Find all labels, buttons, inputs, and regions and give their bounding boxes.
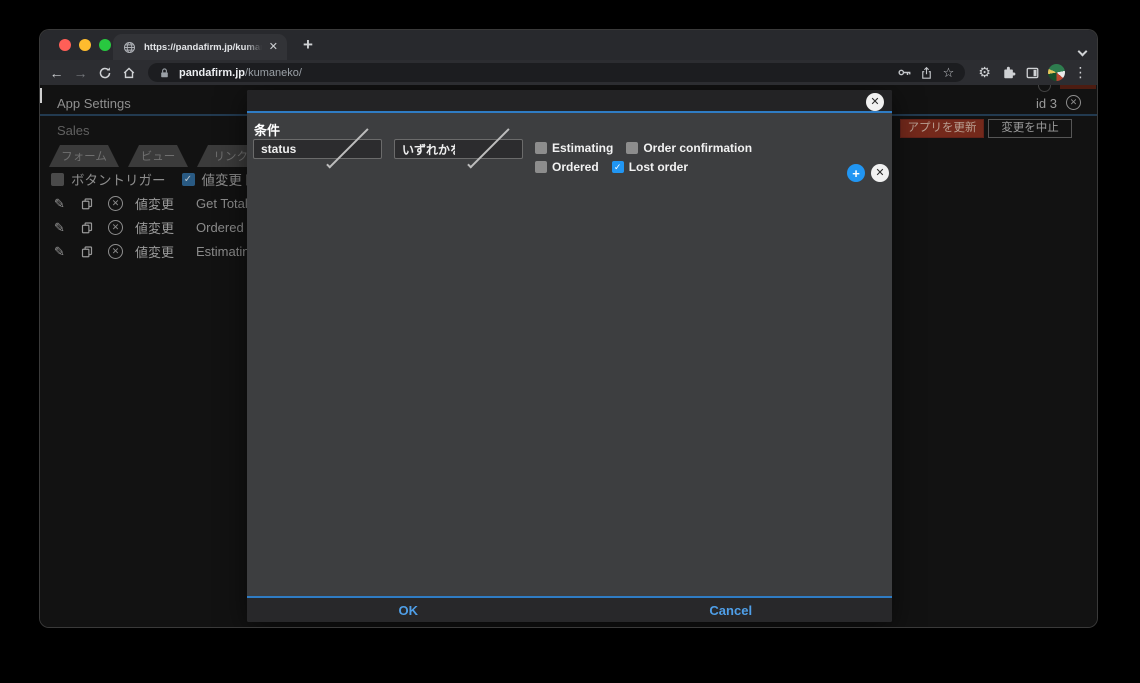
tab-strip: https://pandafirm.jp/kumaneko ✕ +	[40, 30, 1097, 60]
duplicate-icon[interactable]	[81, 221, 108, 234]
checkbox-icon[interactable]: ✓	[535, 142, 547, 154]
browser-tab[interactable]: https://pandafirm.jp/kumaneko ✕	[113, 34, 287, 60]
settings-gear-icon[interactable]: ⚙	[976, 64, 993, 81]
focus-tick	[40, 88, 42, 103]
record-close-icon[interactable]: ✕	[1066, 95, 1081, 110]
minimize-window-button[interactable]	[79, 39, 91, 51]
new-tab-button[interactable]: +	[296, 33, 320, 57]
tab-form[interactable]: フォーム	[49, 145, 119, 167]
edit-pencil-icon[interactable]: ✎	[54, 196, 81, 212]
back-icon[interactable]: ←	[48, 64, 65, 81]
checkbox-icon[interactable]: ✓	[51, 172, 64, 186]
password-key-icon[interactable]	[897, 65, 912, 80]
update-app-button[interactable]: アプリを更新	[900, 119, 984, 138]
condition-label: 条件	[254, 123, 281, 138]
clipped-icon-remnant	[1038, 85, 1051, 92]
page-title: App Settings	[57, 96, 131, 111]
checkbox-icon[interactable]: ✓	[611, 161, 624, 173]
browser-toolbar: ← → pandafirm.jp/kumaneko/ ☆ ⚙ ⋮	[40, 60, 1097, 85]
chevron-down-icon	[466, 126, 509, 169]
edit-pencil-icon[interactable]: ✎	[54, 220, 81, 236]
value-options: ✓ Estimating ✓ Order confirmation ✓ Orde…	[535, 141, 820, 174]
bookmark-star-icon[interactable]: ☆	[941, 65, 956, 80]
checkbox-icon[interactable]: ✓	[181, 172, 195, 186]
record-id-label: id 3	[1036, 96, 1057, 111]
home-icon[interactable]	[120, 64, 137, 81]
forward-icon[interactable]: →	[72, 64, 89, 81]
globe-favicon-icon	[122, 40, 137, 55]
cancel-button[interactable]: Cancel	[570, 598, 893, 622]
address-bar[interactable]: pandafirm.jp/kumaneko/ ☆	[148, 63, 965, 82]
option-estimating[interactable]: ✓ Estimating	[535, 141, 613, 155]
side-panel-icon[interactable]	[1024, 64, 1041, 81]
add-condition-icon[interactable]: +	[847, 164, 865, 182]
button-trigger-checkbox[interactable]: ✓ ボタントリガー	[51, 169, 166, 189]
dialog-footer: OK Cancel	[247, 596, 892, 622]
duplicate-icon[interactable]	[81, 197, 108, 210]
option-lost-order[interactable]: ✓ Lost order	[611, 160, 688, 174]
lock-icon[interactable]	[157, 65, 172, 80]
url-domain: pandafirm.jp	[179, 66, 246, 79]
duplicate-icon[interactable]	[81, 245, 108, 258]
reload-icon[interactable]	[96, 64, 113, 81]
browser-window: https://pandafirm.jp/kumaneko ✕ + ← → pa…	[40, 30, 1097, 627]
chevron-down-icon	[325, 126, 368, 169]
condition-dialog: ✕ 条件 status いずれかを含む ✓ Estimating	[247, 90, 892, 622]
app-name-label: Sales	[57, 123, 90, 138]
checkbox-icon[interactable]: ✓	[626, 142, 639, 154]
dialog-body: 条件 status いずれかを含む ✓ Estimating ✓	[247, 113, 892, 594]
tab-close-icon[interactable]: ✕	[269, 41, 278, 53]
close-window-button[interactable]	[59, 39, 71, 51]
delete-x-icon[interactable]: ✕	[108, 196, 135, 211]
trigger-row: ✎ ✕ 値変更 Estimating	[54, 243, 257, 261]
delete-x-icon[interactable]: ✕	[108, 244, 135, 259]
option-order-confirmation[interactable]: ✓ Order confirmation	[626, 141, 752, 155]
checkbox-icon[interactable]: ✓	[535, 161, 547, 173]
traffic-lights	[59, 39, 111, 51]
tab-view[interactable]: ビュー	[128, 145, 188, 167]
edit-pencil-icon[interactable]: ✎	[54, 244, 81, 260]
dialog-close-icon[interactable]: ✕	[866, 93, 884, 111]
menu-dots-icon[interactable]: ⋮	[1072, 64, 1089, 81]
trigger-row: ✎ ✕ 値変更 Get Total	[54, 195, 248, 213]
option-ordered[interactable]: ✓ Ordered	[535, 160, 599, 174]
abort-changes-button[interactable]: 変更を中止	[988, 119, 1072, 138]
url-text: pandafirm.jp/kumaneko/	[179, 67, 890, 79]
tab-title: https://pandafirm.jp/kumaneko	[144, 41, 262, 53]
profile-avatar[interactable]	[1048, 64, 1065, 81]
dialog-header: ✕	[247, 90, 892, 113]
tab-search-chevron-icon[interactable]	[1077, 42, 1088, 57]
operator-select[interactable]: いずれかを含む	[394, 126, 523, 169]
remove-condition-icon[interactable]: ✕	[871, 164, 889, 182]
share-icon[interactable]	[919, 65, 934, 80]
url-path: /kumaneko/	[245, 66, 302, 79]
delete-x-icon[interactable]: ✕	[108, 220, 135, 235]
clipped-button-remnant	[1060, 85, 1096, 89]
extensions-puzzle-icon[interactable]	[1000, 64, 1017, 81]
trigger-row: ✎ ✕ 値変更 Ordered	[54, 219, 244, 237]
page-viewport: App Settings id 3 ✕ Sales アプリを更新 変更を中止 フ…	[40, 85, 1097, 627]
zoom-window-button[interactable]	[99, 39, 111, 51]
ok-button[interactable]: OK	[247, 598, 570, 622]
field-select[interactable]: status	[253, 126, 382, 169]
